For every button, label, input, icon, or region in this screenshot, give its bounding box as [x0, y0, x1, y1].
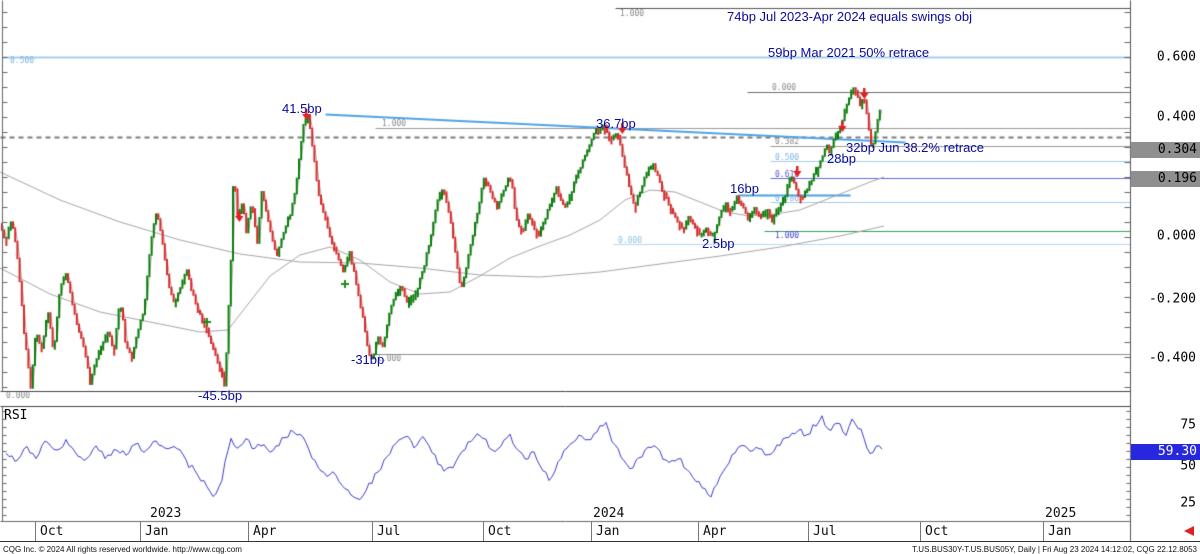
time-axis-separator-4	[483, 522, 484, 541]
rsi-axis-label-1: 50	[1134, 459, 1196, 474]
time-axis-month-4: Oct	[488, 524, 511, 539]
annotation-6[interactable]: 16bp	[730, 181, 759, 196]
time-axis-month-5: Jan	[596, 524, 619, 539]
chart-canvas[interactable]	[0, 0, 1200, 554]
annotation-2[interactable]: 41.5bp	[282, 101, 322, 116]
cqg-chart-window: 74bp Jul 2023-Apr 2024 equals swings obj…	[0, 0, 1200, 554]
annotation-4[interactable]: 32bp Jun 38.2% retrace	[846, 140, 984, 155]
annotation-1[interactable]: 59bp Mar 2021 50% retrace	[768, 45, 929, 60]
time-axis-month-6: Apr	[703, 524, 726, 539]
rsi-axis-label-2: 25	[1134, 496, 1196, 511]
time-axis-separator-2	[248, 522, 249, 541]
time-axis-separator-5	[591, 522, 592, 541]
price-level-badge-0196: 0.196	[1131, 171, 1200, 187]
time-axis-separator-7	[808, 522, 809, 541]
time-axis-separator-6	[698, 522, 699, 541]
time-axis-separator-3	[372, 522, 373, 541]
annotation-3[interactable]: 36.7bp	[596, 116, 636, 131]
price-level-badge-0304: 0.304	[1131, 142, 1200, 158]
time-axis-separator-9	[1043, 522, 1044, 541]
time-axis-separator-0	[35, 522, 36, 541]
time-axis-month-7: Jul	[813, 524, 836, 539]
rsi-axis-label-0: 75	[1134, 418, 1196, 433]
price-axis-label-0: 0.600	[1134, 50, 1196, 65]
annotation-7[interactable]: 2.5bp	[702, 236, 735, 251]
annotation-0[interactable]: 74bp Jul 2023-Apr 2024 equals swings obj	[727, 9, 972, 24]
time-axis-separator-8	[920, 522, 921, 541]
time-axis-month-0: Oct	[40, 524, 63, 539]
annotation-9[interactable]: -45.5bp	[198, 388, 242, 403]
status-bar: CQG Inc. © 2024 All rights reserved worl…	[0, 541, 1200, 554]
copyright-text: CQG Inc. © 2024 All rights reserved worl…	[3, 545, 242, 554]
symbol-info-text: T.US.BUS30Y-T.US.BUS05Y, Daily | Fri Aug…	[912, 545, 1197, 554]
rsi-panel-title: RSI	[4, 408, 27, 423]
annotation-8[interactable]: -31bp	[351, 352, 384, 367]
time-axis-month-3: Jul	[377, 524, 400, 539]
rsi-value-badge: 59.30	[1131, 444, 1200, 460]
time-axis-separator-1	[140, 522, 141, 541]
price-axis-label-3: -0.200	[1134, 292, 1196, 307]
annotation-5[interactable]: 28bp	[827, 151, 856, 166]
time-axis-year-1: 2024	[593, 506, 624, 521]
time-axis-year-2: 2025	[1045, 506, 1076, 521]
time-axis-month-2: Apr	[253, 524, 276, 539]
price-axis-label-2: 0.000	[1134, 229, 1196, 244]
time-axis-month-8: Oct	[925, 524, 948, 539]
time-axis-month-9: Jan	[1048, 524, 1071, 539]
time-axis-month-1: Jan	[145, 524, 168, 539]
latest-bar-arrow-icon[interactable]	[1184, 526, 1194, 536]
time-axis-year-0: 2023	[150, 506, 181, 521]
price-axis-label-1: 0.400	[1134, 110, 1196, 125]
price-axis-label-4: -0.400	[1134, 351, 1196, 366]
